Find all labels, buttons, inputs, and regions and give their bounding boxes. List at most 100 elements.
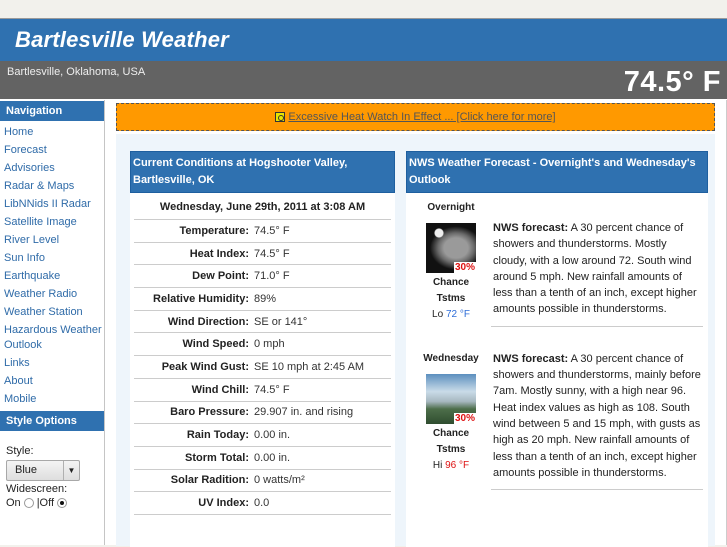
style-options: Style: Blue ▼ Widescreen: On |Off [0, 431, 104, 515]
style-select-value[interactable]: Blue [7, 461, 63, 480]
condition-row: Rain Today: 0.00 in. [134, 424, 391, 447]
forecast-condition: Chance Tstms [411, 275, 491, 307]
nav-home[interactable]: Home [4, 123, 104, 141]
forecast-panel: NWS Weather Forecast - Overnight's and W… [406, 151, 708, 547]
widescreen-label: Widescreen: [6, 483, 68, 495]
condition-label: UV Index: [198, 497, 249, 510]
night-thunderstorm-icon: 30% [426, 223, 476, 273]
condition-label: Dew Point: [192, 270, 249, 283]
nav-links[interactable]: Links [4, 354, 104, 372]
style-label: Style: [6, 445, 34, 457]
forecast-summary: Wednesday 30% Chance Tstms Hi 96 °F [411, 344, 491, 490]
site-title[interactable]: Bartlesville Weather [15, 27, 229, 53]
condition-value: SE or 141° [254, 315, 308, 328]
forecast-day-name: Wednesday [423, 352, 479, 364]
widescreen-options: On |Off [6, 497, 98, 509]
forecast-lead: NWS forecast: [493, 352, 569, 365]
forecast-body: A 30 percent chance of showers and thund… [493, 352, 701, 479]
forecast-temp: Hi 96 °F [411, 460, 491, 471]
condition-line-1: Chance [432, 427, 470, 439]
condition-row: Storm Total: 0.00 in. [134, 447, 391, 470]
forecast-summary: Overnight 30% Chance Tstms Lo 72 °F [411, 193, 491, 327]
condition-label: Wind Speed: [182, 338, 249, 351]
condition-row: Wind Speed: 0 mph [134, 333, 391, 357]
condition-value: 89% [254, 292, 277, 305]
chevron-down-icon[interactable]: ▼ [63, 461, 79, 480]
forecast-condition: Chance Tstms [411, 426, 491, 458]
condition-value: 71.0° F [254, 270, 290, 283]
condition-row: UV Index: 0.0 [134, 492, 391, 515]
condition-line-2: Tstms [436, 443, 466, 455]
nav-libnnids-radar[interactable]: LibNNids II Radar [4, 195, 104, 213]
location-text: Bartlesville, Oklahoma, USA [7, 66, 146, 78]
widescreen-off-label: |Off [36, 497, 55, 509]
widescreen-on-label: On [6, 497, 21, 509]
nav-hazardous-weather-outlook[interactable]: Hazardous Weather Outlook [4, 321, 104, 354]
site-banner: Bartlesville Weather [0, 19, 727, 61]
forecast-text: NWS forecast: A 30 percent chance of sho… [491, 351, 703, 491]
widescreen-on-radio[interactable] [23, 498, 34, 508]
condition-row: Heat Index: 74.5° F [134, 243, 391, 266]
forecast-text: NWS forecast: A 30 percent chance of sho… [491, 220, 703, 327]
condition-label: Heat Index: [189, 247, 249, 260]
content-area: Current Conditions at Hogshooter Valley,… [116, 134, 715, 547]
condition-row: Solar Radition: 0 watts/m² [134, 470, 391, 493]
condition-value: 0 watts/m² [254, 474, 305, 487]
condition-label: Wind Direction: [167, 315, 249, 328]
condition-value: 0.00 in. [254, 451, 291, 464]
heat-watch-alert: Excessive Heat Watch In Effect ... [Clic… [116, 103, 715, 131]
style-select[interactable]: Blue ▼ [6, 460, 80, 481]
alert-icon [275, 112, 286, 122]
conditions-table: Temperature: 74.5° F Heat Index: 74.5° F Dew… [130, 220, 395, 515]
nav-weather-radio[interactable]: Weather Radio [4, 285, 104, 303]
nav-weather-station[interactable]: Weather Station [4, 303, 104, 321]
temp-prefix: Hi [432, 459, 443, 471]
condition-label: Wind Chill: [191, 383, 249, 396]
forecast-lead: NWS forecast: [493, 222, 569, 234]
condition-label: Rain Today: [186, 429, 249, 442]
precip-chance: 30% [453, 262, 476, 273]
current-conditions-panel: Current Conditions at Hogshooter Valley,… [130, 151, 395, 547]
nav-river-level[interactable]: River Level [4, 231, 104, 249]
widescreen-off-radio[interactable] [57, 498, 68, 508]
condition-value: 29.907 in. and rising [254, 406, 354, 419]
condition-label: Storm Total: [185, 451, 249, 464]
nav-advisories[interactable]: Advisories [4, 159, 104, 177]
condition-value: 74.5° F [254, 224, 290, 237]
nav-about[interactable]: About [4, 372, 104, 390]
high-temp: 96 °F [445, 459, 470, 471]
condition-value: 0 mph [254, 338, 285, 351]
condition-line-2: Tstms [436, 293, 466, 304]
nav-mobile[interactable]: Mobile [4, 390, 104, 408]
nav-earthquake[interactable]: Earthquake [4, 267, 104, 285]
nav-forecast[interactable]: Forecast [4, 141, 104, 159]
nav-radar-maps[interactable]: Radar & Maps [4, 177, 104, 195]
condition-value: 0.0 [254, 497, 270, 510]
condition-row: Wind Direction: SE or 141° [134, 311, 391, 334]
temp-prefix: Lo [432, 309, 444, 320]
main-content: Excessive Heat Watch In Effect ... [Clic… [106, 100, 727, 547]
condition-row: Wind Chill: 74.5° F [134, 379, 391, 402]
sidebar: Navigation Home Forecast Advisories Rada… [0, 100, 105, 545]
condition-row: Relative Humidity: 89% [134, 288, 391, 311]
page: Bartlesville Weather Bartlesville, Oklah… [0, 18, 727, 547]
condition-line-1: Chance [432, 277, 470, 288]
condition-label: Solar Radition: [170, 474, 249, 487]
day-thunderstorm-icon: 30% [426, 373, 476, 424]
condition-value: 74.5° F [254, 247, 290, 260]
nav-sun-info[interactable]: Sun Info [4, 249, 104, 267]
forecast-day-overnight: Overnight 30% Chance Tstms Lo 72 °F NWS … [406, 193, 708, 327]
current-conditions-heading: Current Conditions at Hogshooter Valley,… [130, 151, 395, 193]
condition-row: Temperature: 74.5° F [134, 220, 391, 243]
alert-link[interactable]: Excessive Heat Watch In Effect ... [Clic… [288, 111, 555, 123]
condition-value: 74.5° F [254, 383, 290, 396]
current-temperature: 74.5° F [623, 66, 721, 98]
condition-label: Temperature: [179, 224, 249, 237]
forecast-heading: NWS Weather Forecast - Overnight's and W… [406, 151, 708, 193]
condition-row: Baro Pressure: 29.907 in. and rising [134, 402, 391, 425]
forecast-day-name: Overnight [427, 202, 475, 213]
nav-satellite-image[interactable]: Satellite Image [4, 213, 104, 231]
condition-row: Dew Point: 71.0° F [134, 265, 391, 289]
nav-list: Home Forecast Advisories Radar & Maps Li… [0, 121, 104, 410]
low-temp: 72 °F [445, 309, 470, 320]
